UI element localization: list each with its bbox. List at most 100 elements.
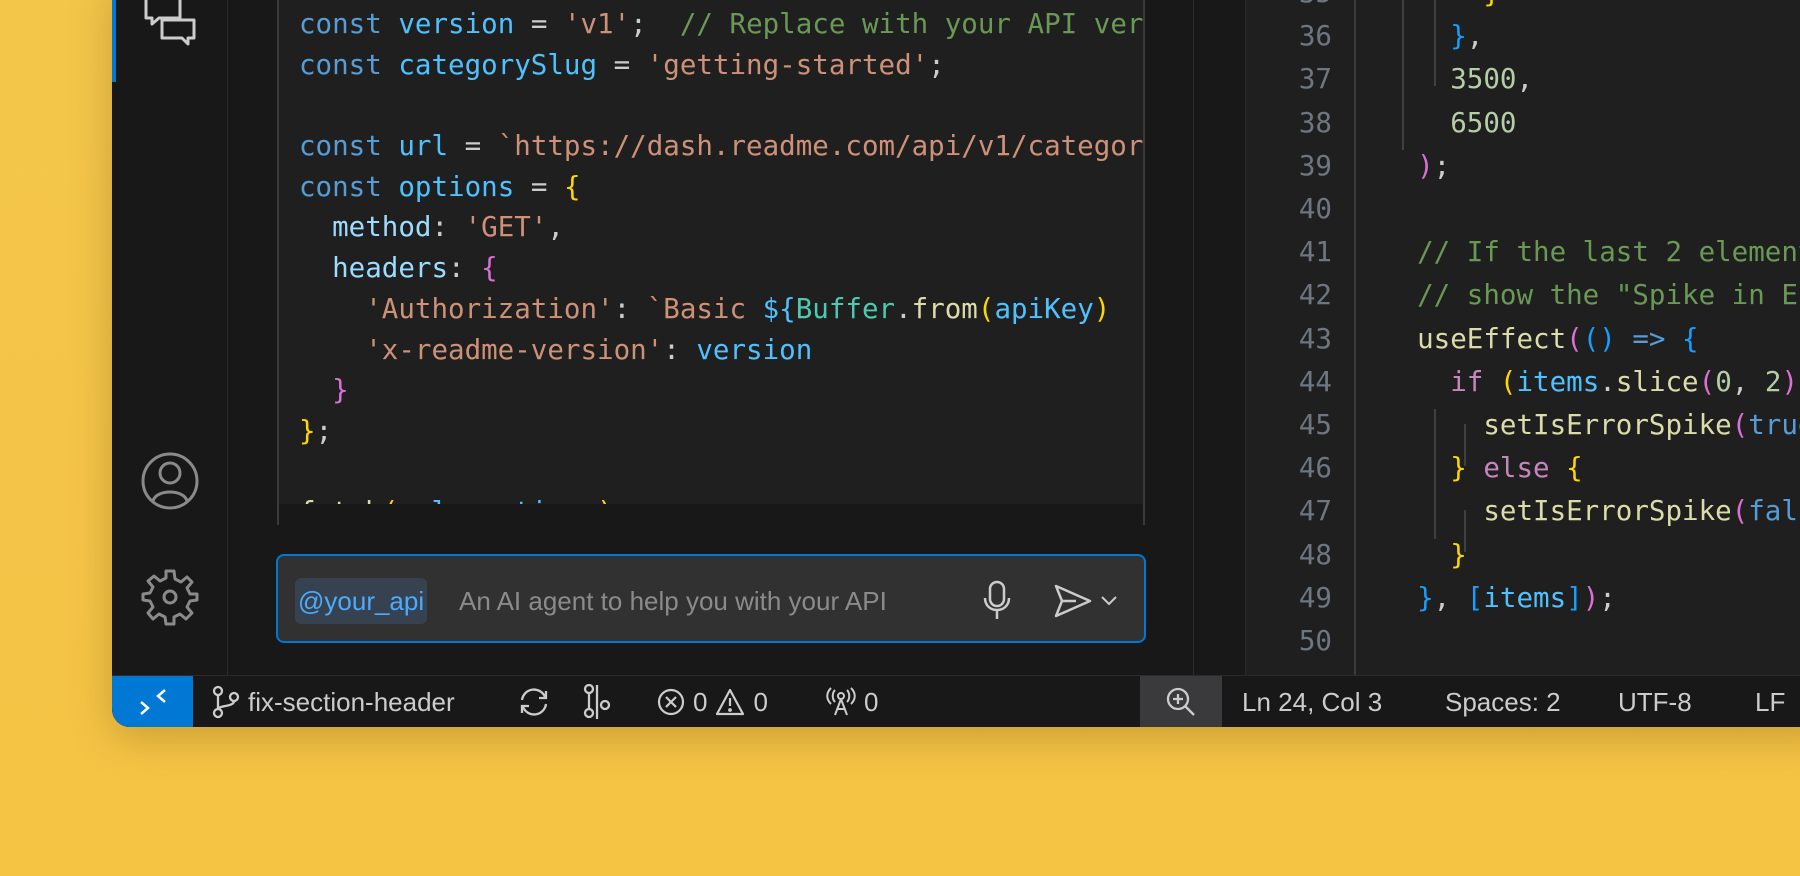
line-number-gutter: 35 36 37 38 39 40 41 42 43 44 45 46 47 48 49 50 xyxy=(1246,0,1356,675)
zoom-button[interactable] xyxy=(1140,676,1222,727)
code-token: , xyxy=(1466,20,1484,53)
code-token: : xyxy=(663,333,697,366)
code-token: 0 xyxy=(1715,365,1732,398)
code-token: = xyxy=(448,130,498,163)
code-token: , xyxy=(547,211,564,244)
code-token: true xyxy=(1748,409,1800,441)
code-token: } xyxy=(1384,581,1434,614)
code-token: options xyxy=(398,170,515,203)
code-token: . xyxy=(895,292,912,325)
cursor-position[interactable]: Ln 24, Col 3 xyxy=(1242,676,1382,727)
error-icon xyxy=(657,688,685,716)
code-token: setIsErrorSpike xyxy=(1384,409,1732,441)
code-token: // show the "Spike in Errors" xyxy=(1417,279,1800,312)
indentation-button[interactable]: Spaces: 2 xyxy=(1445,676,1561,727)
code-token: version xyxy=(696,333,813,366)
code-token: : xyxy=(431,211,465,244)
code-token: } xyxy=(299,414,316,447)
source-control-graph-button[interactable] xyxy=(582,676,612,727)
code-token: slice xyxy=(1615,365,1699,398)
error-count: 0 xyxy=(693,686,708,717)
activity-item-chat[interactable] xyxy=(112,0,227,48)
ports-button[interactable]: 0 xyxy=(826,676,878,727)
git-branch-icon xyxy=(212,685,240,719)
code-token: 'v1' xyxy=(563,8,631,40)
sync-button[interactable] xyxy=(518,676,550,727)
code-token: : xyxy=(448,252,482,285)
warning-icon xyxy=(716,688,745,716)
code-token: } xyxy=(1384,20,1467,53)
code-token: `https://dash.readme.com/api/v1/categori… xyxy=(497,130,1144,163)
code-token: version xyxy=(398,8,515,40)
encoding-button[interactable]: UTF-8 xyxy=(1618,676,1692,727)
chat-bubbles-icon xyxy=(144,0,195,46)
eol-button[interactable]: LF xyxy=(1755,676,1785,727)
code-token: = xyxy=(514,8,564,40)
code-token: ( xyxy=(1566,322,1583,355)
code-token: const xyxy=(299,8,382,40)
code-token: const xyxy=(299,170,382,203)
agent-mention-chip[interactable]: @your_api xyxy=(295,578,428,624)
send-options-button[interactable] xyxy=(1100,592,1118,611)
activity-item-accounts[interactable] xyxy=(112,451,227,511)
editor-line: if (items.slice(0, 2). xyxy=(1384,361,1800,404)
editor-line: 6500 xyxy=(1384,102,1516,145)
code-token: setIsErrorSpike xyxy=(1384,495,1732,528)
chat-input-placeholder: An AI agent to help you with your API xyxy=(459,586,887,616)
chat-input[interactable]: @your_api An AI agent to help you with y… xyxy=(276,554,1146,643)
account-icon xyxy=(141,452,198,510)
problems-button[interactable]: 0 0 xyxy=(657,676,768,727)
code-token: { xyxy=(481,252,498,285)
code-token: 'getting-started' xyxy=(646,48,929,81)
warning-count: 0 xyxy=(753,686,768,717)
code-token: false xyxy=(1748,495,1800,528)
code-token: () xyxy=(1582,322,1616,355)
activity-bar xyxy=(112,0,227,675)
code-token: 'GET' xyxy=(464,211,548,244)
git-compare-icon xyxy=(583,683,611,719)
editor-line: 3500, xyxy=(1384,58,1533,101)
chevron-down-icon xyxy=(1101,596,1117,606)
code-token: headers xyxy=(299,252,449,285)
activity-item-manage[interactable] xyxy=(112,567,227,627)
line-number: 48 xyxy=(1298,538,1332,571)
chat-panel: const version = 'v1'; // Replace with yo… xyxy=(227,0,1193,675)
code-editor[interactable]: 35 36 37 38 39 40 41 42 43 44 45 46 47 48 49 50 } }, 35… xyxy=(1193,0,1800,675)
code-token: , xyxy=(1731,365,1765,398)
code-token: ; xyxy=(1599,581,1616,614)
code-token: ; xyxy=(630,8,647,40)
code-token: { xyxy=(563,170,581,203)
code-token: { xyxy=(1566,452,1583,485)
line-number: 42 xyxy=(1298,279,1332,312)
code-token: = xyxy=(597,48,647,81)
code-token: ; xyxy=(315,414,333,447)
code-token: categorySlug xyxy=(398,48,598,81)
code-token: `Basic xyxy=(646,292,763,325)
panel-sash[interactable] xyxy=(1194,0,1246,675)
microphone-button[interactable] xyxy=(982,580,1012,624)
code-line: headers: { xyxy=(299,248,1143,289)
code-token: // Replace with your API version xyxy=(679,8,1144,40)
line-number: 50 xyxy=(1298,625,1332,657)
editor-line: }, [items]); xyxy=(1384,577,1616,620)
branch-button[interactable]: fix-section-header xyxy=(212,676,455,727)
code-token: ) xyxy=(1093,292,1111,325)
line-number: 41 xyxy=(1298,236,1332,269)
code-token: ( xyxy=(1731,409,1749,441)
ports-count: 0 xyxy=(864,686,879,717)
send-button[interactable] xyxy=(1054,584,1092,622)
code-line: 'x-readme-version': version xyxy=(299,330,1143,371)
code-line: method: 'GET', xyxy=(299,207,1143,248)
vscode-window: const version = 'v1'; // Replace with yo… xyxy=(112,0,1800,727)
line-number: 44 xyxy=(1298,365,1332,398)
code-token: ) xyxy=(1582,581,1600,614)
remote-button[interactable] xyxy=(112,676,193,727)
zoom-in-icon xyxy=(1166,687,1195,716)
editor-line: setIsErrorSpike(false xyxy=(1384,490,1800,533)
code-block-bottom xyxy=(279,504,1143,525)
